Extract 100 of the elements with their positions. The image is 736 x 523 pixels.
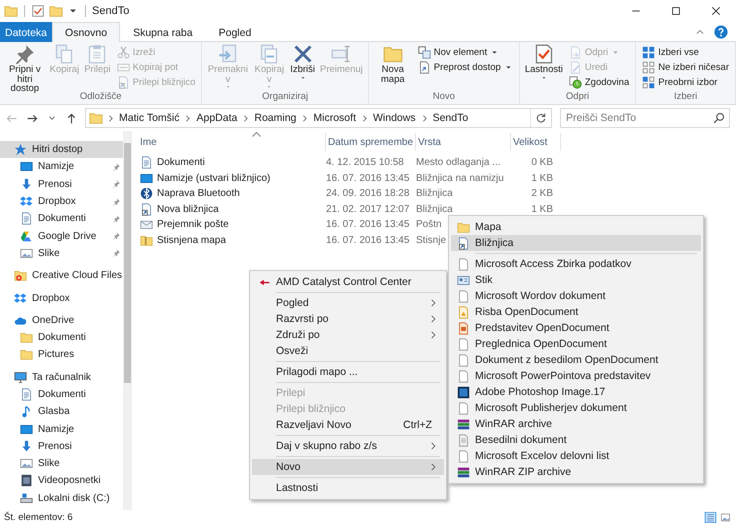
pin-icon xyxy=(111,196,121,207)
page-icon xyxy=(456,258,470,270)
nav-item[interactable]: Prenosi xyxy=(0,176,123,193)
nav-item[interactable]: Dokumenti xyxy=(0,328,123,346)
breadcrumb[interactable]: Matic Tomšić xyxy=(118,112,180,124)
shortcut-text: Ctrl+Z xyxy=(403,419,432,431)
column-header[interactable]: Velikost xyxy=(511,133,561,151)
nav-item[interactable]: OneDrive xyxy=(0,312,123,329)
nav-item[interactable]: Namizje xyxy=(0,158,123,176)
menu-item[interactable]: Stik xyxy=(451,272,701,288)
ribbon-button[interactable]: Preobrni izbor xyxy=(642,75,729,89)
menu-item[interactable]: Microsoft Wordov dokument xyxy=(451,288,701,304)
menu-item[interactable]: WinRAR archive xyxy=(451,416,701,432)
menu-item[interactable]: Pogled xyxy=(252,295,444,311)
nav-item[interactable]: Dokumenti xyxy=(0,210,123,228)
nav-item[interactable]: Lokalni disk (C:) xyxy=(0,490,123,507)
column-header[interactable]: Vrsta xyxy=(416,133,511,151)
shortcut-icon xyxy=(456,236,470,250)
menu-item[interactable]: Microsoft Publisherjev dokument xyxy=(451,400,701,416)
menu-item[interactable]: Mapa xyxy=(451,219,701,235)
menu-item[interactable]: Razvrsti po xyxy=(252,311,444,327)
menu-item[interactable]: Microsoft Access Zbirka podatkov xyxy=(451,256,701,272)
table-cell-text: 0 KB xyxy=(531,157,554,168)
caret-icon xyxy=(224,84,231,90)
nav-item[interactable]: Creative Cloud Files xyxy=(0,267,123,284)
download-icon xyxy=(20,178,33,191)
file-name[interactable]: Prejemnik pošte xyxy=(157,219,229,230)
nav-item[interactable]: Hitri dostop xyxy=(0,141,123,158)
menu-item[interactable]: Preglednica OpenDocument xyxy=(451,336,701,352)
breadcrumb[interactable]: SendTo xyxy=(432,112,470,124)
menu-item[interactable]: Lastnosti xyxy=(252,480,444,496)
menu-item[interactable]: Prilagodi mapo ... xyxy=(252,364,444,380)
ribbon-button[interactable]: Ne izberi ničesar xyxy=(642,60,729,74)
rename-icon xyxy=(331,44,352,64)
table-cell: Poštn xyxy=(416,219,442,230)
ribbon-button[interactable]: Nov element xyxy=(418,45,513,59)
ribbon-tab[interactable]: Skupna raba xyxy=(120,22,206,42)
ribbon-tab[interactable]: Osnovno xyxy=(52,22,120,42)
invert-selection-icon xyxy=(642,76,656,88)
drive-icon xyxy=(20,492,33,505)
file-name[interactable]: Namizje (ustvari bližnjico) xyxy=(157,172,270,184)
address-bar[interactable]: Matic Tomšić AppData Roaming Microsoft Windows SendTo xyxy=(85,108,552,128)
view-button[interactable] xyxy=(704,512,717,522)
pin-icon xyxy=(111,162,121,172)
ribbon-tab[interactable]: Pogled xyxy=(206,22,264,42)
menu-item[interactable]: Združi po xyxy=(252,327,444,343)
nav-item[interactable]: Pictures xyxy=(0,346,123,364)
breadcrumb[interactable]: Roaming xyxy=(253,112,298,124)
nav-item[interactable]: Google Drive xyxy=(0,227,123,245)
column-header[interactable]: Ime xyxy=(138,133,326,151)
menu-item[interactable]: Besedilni dokument xyxy=(451,432,701,448)
scrollbar[interactable] xyxy=(123,131,132,510)
image-icon xyxy=(20,457,33,470)
menu-item[interactable]: Risba OpenDocument xyxy=(451,304,701,320)
file-name[interactable]: Naprava Bluetooth xyxy=(157,188,240,200)
breadcrumb[interactable]: Windows xyxy=(372,112,417,124)
clipboard-icon xyxy=(87,44,108,64)
nav-item[interactable]: Ta računalnik xyxy=(0,368,123,386)
menu-item[interactable]: Daj v skupno rabo z/s xyxy=(252,438,444,454)
ribbon-button[interactable]: Preprost dostop xyxy=(418,60,513,74)
nav-item[interactable]: Namizje xyxy=(0,420,123,438)
monitor-icon xyxy=(20,422,33,436)
ribbon-button[interactable]: Izbriši xyxy=(288,44,317,80)
up-arrow-icon xyxy=(65,112,78,124)
drive-triangle-icon xyxy=(20,230,33,243)
menu-item[interactable]: WinRAR ZIP archive xyxy=(451,464,701,480)
nav-item[interactable]: Videoposnetki xyxy=(0,472,123,490)
menu-item[interactable]: Dokument z besedilom OpenDocument xyxy=(451,352,701,368)
ribbon-button[interactable]: Lastnosti xyxy=(522,44,565,80)
nav-item[interactable]: Dropbox xyxy=(0,289,123,307)
file-tab[interactable]: Datoteka xyxy=(0,22,52,42)
menu-item[interactable]: Novo xyxy=(252,459,444,475)
menu-item[interactable]: Razveljavi Novo Ctrl+Z xyxy=(252,417,444,433)
ribbon-button[interactable]: Zgodovina xyxy=(568,75,630,89)
file-name[interactable]: Dokumenti xyxy=(157,157,205,168)
menu-item[interactable]: Microsoft Excelov delovni list xyxy=(451,448,701,464)
nav-item[interactable]: Dropbox xyxy=(0,192,123,210)
nav-item[interactable]: Glasba xyxy=(0,403,123,420)
column-header[interactable]: Datum spremembe xyxy=(326,133,416,151)
menu-item[interactable]: Predstavitev OpenDocument xyxy=(451,320,701,336)
nav-item[interactable]: Slike xyxy=(0,455,123,472)
menu-item[interactable]: Adobe Photoshop Image.17 xyxy=(451,384,701,400)
ribbon-button[interactable]: Pripni v hitri dostop xyxy=(3,44,47,94)
breadcrumb[interactable]: AppData xyxy=(195,112,238,124)
menu-item[interactable]: Microsoft PowerPointova predstavitev xyxy=(451,368,701,384)
search-field[interactable]: Preišči SendTo xyxy=(560,108,730,128)
ribbon-button[interactable]: Izberi vse xyxy=(642,45,729,59)
nav-item[interactable]: Slike xyxy=(0,244,123,262)
file-name[interactable]: Stisnjena mapa xyxy=(157,234,226,246)
menu-item[interactable]: Osveži xyxy=(252,343,444,359)
breadcrumb[interactable]: Microsoft xyxy=(312,112,357,124)
view-button[interactable] xyxy=(719,512,732,522)
nav-item[interactable]: Prenosi xyxy=(0,438,123,456)
file-name[interactable]: Nova bližnjica xyxy=(157,204,219,215)
table-cell: Bližnjica na namizju xyxy=(416,172,504,184)
nav-item[interactable]: Dokumenti xyxy=(0,386,123,404)
menu-item[interactable]: Bližnjica xyxy=(451,235,701,251)
menu-item[interactable]: AMD Catalyst Control Center xyxy=(252,274,444,290)
table-cell: Bližnjica xyxy=(416,204,453,215)
ribbon-button[interactable]: Nova mapa xyxy=(372,44,414,84)
